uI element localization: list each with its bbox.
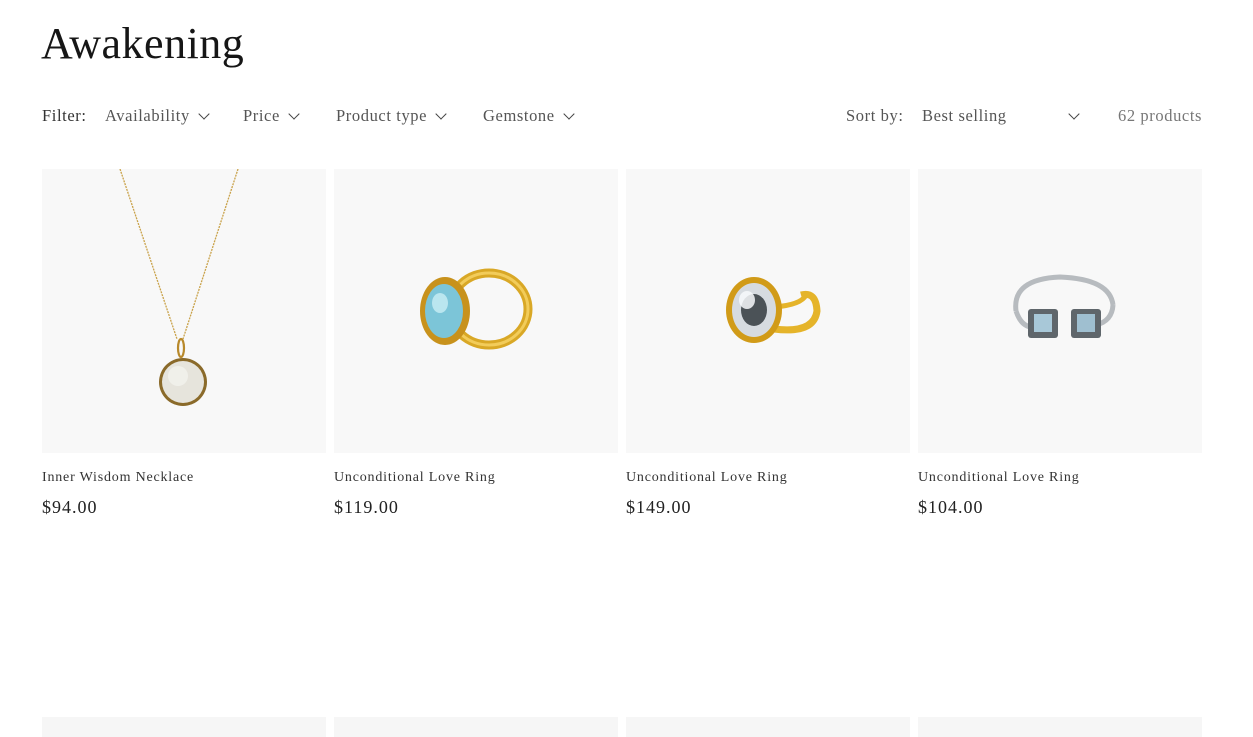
product-title[interactable]: Unconditional Love Ring: [918, 470, 1080, 486]
product-price: $149.00: [626, 497, 692, 517]
product-card[interactable]: Inner Wisdom Necklace $94.00: [42, 169, 326, 517]
product-card-next-row[interactable]: [334, 717, 618, 737]
chevron-down-icon: [1068, 108, 1080, 120]
product-image-gold-ring-clear[interactable]: [626, 169, 910, 453]
product-image-silver-open-ring[interactable]: [918, 169, 1202, 453]
sort-label: Sort by:: [846, 106, 904, 125]
chevron-down-icon: [563, 108, 575, 120]
product-card[interactable]: Unconditional Love Ring $119.00: [334, 169, 618, 517]
filter-bar: Filter: Availability Price Product type …: [42, 106, 1201, 130]
chevron-down-icon: [435, 108, 447, 120]
product-image-necklace[interactable]: [42, 169, 326, 453]
product-price: $94.00: [42, 497, 98, 517]
filter-availability[interactable]: Availability: [105, 106, 210, 126]
page-title: Awakening: [41, 19, 245, 68]
product-card[interactable]: Unconditional Love Ring $104.00: [918, 169, 1202, 517]
product-price: $104.00: [918, 497, 984, 517]
product-count: 62 products: [1118, 106, 1203, 125]
product-title[interactable]: Unconditional Love Ring: [626, 470, 788, 486]
product-card-next-row[interactable]: [918, 717, 1202, 737]
product-card-next-row[interactable]: [626, 717, 910, 737]
filter-gemstone[interactable]: Gemstone: [483, 106, 575, 126]
sort-select[interactable]: Best selling: [922, 106, 1080, 126]
product-title[interactable]: Inner Wisdom Necklace: [42, 470, 194, 486]
product-image-gold-ring-aqua[interactable]: [334, 169, 618, 453]
filter-label: Filter:: [42, 106, 87, 125]
product-card[interactable]: Unconditional Love Ring $149.00: [626, 169, 910, 517]
chevron-down-icon: [198, 108, 210, 120]
filter-product-type[interactable]: Product type: [336, 106, 447, 126]
product-card-next-row[interactable]: [42, 717, 326, 737]
filter-price[interactable]: Price: [243, 106, 300, 126]
chevron-down-icon: [288, 108, 300, 120]
product-title[interactable]: Unconditional Love Ring: [334, 470, 496, 486]
product-price: $119.00: [334, 497, 399, 517]
